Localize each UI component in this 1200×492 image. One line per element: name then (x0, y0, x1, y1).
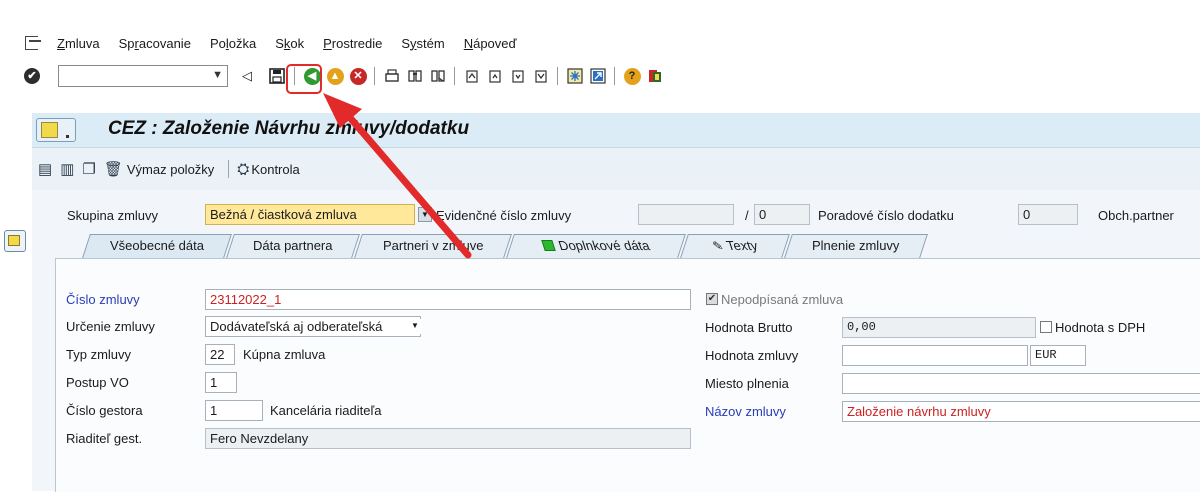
guarantor-director-label: Riaditeľ gest. (66, 431, 143, 446)
menu-system[interactable]: Systém (401, 36, 444, 51)
contract-purpose-label: Určenie zmluvy (66, 319, 155, 334)
place-of-performance-label: Miesto plnenia (705, 376, 789, 391)
help-icon[interactable]: ? (621, 65, 643, 87)
command-dropdown-icon[interactable]: ▼ (212, 69, 223, 81)
tab-contract-partners[interactable]: Partneri v zmluve (354, 234, 512, 258)
procurement-procedure-field[interactable]: 1 (205, 372, 237, 393)
currency-field[interactable]: EUR (1030, 345, 1086, 366)
tab-contract-fulfillment[interactable]: Plnenie zmluvy (784, 234, 928, 258)
toolbar-separator (374, 67, 375, 85)
find-icon[interactable] (404, 65, 426, 87)
screen-title-bar: CEZ : Založenie Návrhu zmluvy/dodatku (32, 113, 1200, 148)
tab-general-data[interactable]: Všeobecné dáta (82, 234, 232, 258)
business-partner-label: Obch.partner (1098, 208, 1174, 223)
value-with-vat-label: Hodnota s DPH (1055, 320, 1146, 335)
amendment-order-label: Poradové číslo dodatku (818, 208, 954, 223)
last-page-icon[interactable] (530, 65, 552, 87)
overview-icon (8, 235, 20, 246)
standard-toolbar: ✔ ▼ ◁ ◀ ▲ ✕ ? (0, 61, 1200, 91)
create-icon[interactable]: ▤ (38, 160, 52, 178)
exit-icon[interactable]: ▲ (324, 65, 346, 87)
value-with-vat-checkbox[interactable] (1040, 321, 1052, 333)
enter-check-icon[interactable]: ✔ (24, 68, 40, 84)
guarantor-number-field[interactable]: 1 (205, 400, 263, 421)
procurement-procedure-label: Postup VO (66, 375, 129, 390)
command-field[interactable]: ▼ (58, 65, 228, 87)
exit-menu-icon[interactable] (25, 35, 43, 51)
guarantor-text: Kancelária riaditeľa (270, 403, 382, 418)
new-session-icon[interactable] (564, 65, 586, 87)
command-collapse-icon[interactable]: ◁ (236, 65, 258, 87)
contract-purpose-select[interactable]: Dodávateľská aj odberateľská (205, 316, 421, 337)
amendment-order-field[interactable]: 0 (1018, 204, 1078, 225)
contract-type-text: Kúpna zmluva (243, 347, 326, 362)
save-highlight-box (286, 64, 322, 94)
contract-purpose-dropdown-icon[interactable]: ▼ (408, 319, 422, 334)
copy-icon[interactable]: ❐ (82, 160, 95, 178)
print-icon[interactable] (381, 65, 403, 87)
contract-type-code-field[interactable]: 22 (205, 344, 235, 365)
status-green-icon (541, 240, 556, 251)
registration-number-field[interactable] (638, 204, 734, 225)
contract-number-field[interactable]: 23112022_1 (205, 289, 691, 310)
unsigned-contract-checkbox[interactable]: ✔ (706, 293, 718, 305)
tab-additional-data[interactable]: Doplnkové dáta (506, 234, 686, 258)
gui-options-button[interactable] (36, 118, 76, 142)
unsigned-contract-label: Nepodpísaná zmluva (721, 292, 844, 307)
shortcut-icon[interactable] (587, 65, 609, 87)
place-of-performance-field[interactable] (842, 373, 1200, 394)
contract-value-field[interactable] (842, 345, 1028, 366)
toolbar-separator (557, 67, 558, 85)
application-toolbar: ▤ ▥ ❐ 🗑 Výmaz položky ⛭ Kontrola (32, 148, 1200, 190)
app-toolbar-separator (228, 160, 230, 178)
layout-menu-icon[interactable] (644, 65, 666, 87)
contract-name-label: Názov zmluvy (705, 404, 786, 419)
contract-name-field[interactable]: Založenie návrhu zmluvy (842, 401, 1200, 422)
toolbar-separator (454, 67, 455, 85)
check-button[interactable]: Kontrola (251, 162, 299, 177)
contract-value-label: Hodnota zmluvy (705, 348, 799, 363)
guarantor-number-label: Číslo gestora (66, 403, 143, 418)
trash-icon[interactable]: 🗑 (104, 160, 123, 178)
delete-item-button[interactable]: Výmaz položky (127, 162, 214, 177)
first-page-icon[interactable] (461, 65, 483, 87)
toolbar-separator (614, 67, 615, 85)
menu-skok[interactable]: Skok (275, 36, 304, 51)
check-icon[interactable]: ⛭ (237, 161, 249, 178)
tab-partner-data[interactable]: Dáta partnera (226, 234, 360, 258)
contract-group-label: Skupina zmluvy (67, 208, 159, 223)
registration-number-label: Evidenčné číslo zmluvy (436, 208, 572, 223)
next-page-icon[interactable] (507, 65, 529, 87)
menu-prostredie[interactable]: Prostredie (323, 36, 382, 51)
gross-value-field: 0,00 (842, 317, 1036, 338)
overview-toggle-button[interactable] (4, 230, 26, 252)
registration-subnumber-field[interactable]: 0 (754, 204, 810, 225)
change-icon[interactable]: ▥ (60, 160, 74, 178)
contract-number-label: Číslo zmluvy (66, 292, 140, 307)
contract-type-label: Typ zmluvy (66, 347, 132, 362)
cancel-icon[interactable]: ✕ (347, 65, 369, 87)
page-title: CEZ : Založenie Návrhu zmluvy/dodatku (108, 118, 470, 139)
gross-value-label: Hodnota Brutto (705, 320, 793, 335)
save-icon[interactable] (266, 65, 288, 87)
contract-group-select[interactable]: Bežná / čiastková zmluva (205, 204, 415, 225)
tab-texts[interactable]: ✎Texty (680, 234, 790, 258)
previous-page-icon[interactable] (484, 65, 506, 87)
find-next-icon[interactable] (427, 65, 449, 87)
registration-separator: / (745, 208, 749, 223)
menu-polozka[interactable]: Položka (210, 36, 256, 51)
window-top-strip (0, 0, 1200, 22)
screen-icon (41, 122, 58, 138)
menu-spracovanie[interactable]: Spracovanie (119, 36, 191, 51)
guarantor-director-field: Fero Nevzdelany (205, 428, 691, 449)
menu-napoveda[interactable]: Nápoveď (464, 36, 517, 51)
menu-zmluva[interactable]: Zmluva (57, 36, 100, 51)
menu-bar: Zmluva Spracovanie Položka Skok Prostred… (0, 30, 1200, 56)
contract-group-dropdown-icon[interactable]: ▼ (418, 207, 432, 222)
